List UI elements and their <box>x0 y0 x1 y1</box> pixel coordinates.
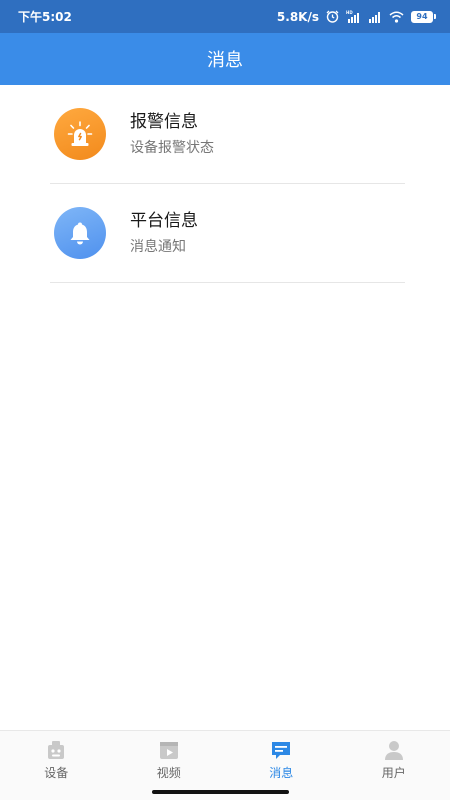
status-bar: 下午5:02 5.8K/s HD 94 <box>0 0 450 33</box>
nav-label: 消息 <box>269 766 294 780</box>
home-indicator[interactable] <box>152 790 289 794</box>
wifi-icon <box>389 11 404 23</box>
nav-label: 用户 <box>381 766 406 780</box>
network-speed: 5.8K/s <box>276 9 319 24</box>
message-item-alarm[interactable]: 报警信息 设备报警状态 <box>50 85 405 184</box>
message-item-subtitle: 设备报警状态 <box>130 140 214 156</box>
message-item-platform[interactable]: 平台信息 消息通知 <box>50 184 405 283</box>
hd-signal-icon: HD <box>346 10 359 23</box>
header: 消息 <box>0 33 450 85</box>
message-item-title: 平台信息 <box>130 211 198 231</box>
nav-label: 设备 <box>44 766 69 780</box>
battery-icon: 94 <box>411 10 436 23</box>
page-title: 消息 <box>207 50 243 71</box>
status-icons: 5.8K/s HD 94 <box>277 10 436 24</box>
alarm-light-icon <box>54 108 106 160</box>
nav-item-device[interactable]: 设备 <box>0 731 113 800</box>
message-item-title: 报警信息 <box>130 112 198 132</box>
battery-level: 94 <box>411 10 433 23</box>
video-icon <box>159 742 178 759</box>
message-icon <box>272 742 291 759</box>
nav-label: 视频 <box>156 766 181 780</box>
nav-item-user[interactable]: 用户 <box>338 731 450 800</box>
alarm-icon <box>326 10 339 23</box>
message-item-subtitle: 消息通知 <box>130 239 186 255</box>
status-time: 下午5:02 <box>18 10 72 24</box>
bell-icon <box>54 207 106 259</box>
user-icon <box>384 741 403 760</box>
message-list: 报警信息 设备报警状态 平台信息 消息通知 <box>0 85 450 283</box>
signal-icon <box>369 11 380 23</box>
svg-text:HD: HD <box>346 10 353 15</box>
device-icon <box>48 741 65 759</box>
